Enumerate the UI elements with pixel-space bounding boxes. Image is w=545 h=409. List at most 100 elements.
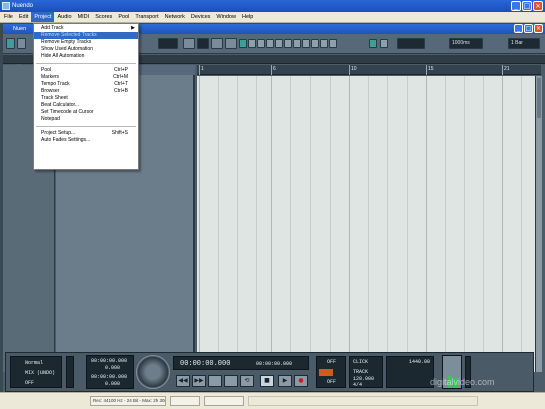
menu-edit[interactable]: Edit	[16, 12, 31, 22]
range-selection-tool[interactable]	[248, 39, 256, 48]
project-maximize-button[interactable]: □	[524, 24, 533, 33]
cycle-button[interactable]: ⟲	[240, 375, 254, 387]
menu-window[interactable]: Window	[213, 12, 239, 22]
stop-toolbar-button[interactable]	[211, 38, 223, 49]
menu-help[interactable]: Help	[239, 12, 256, 22]
click-label[interactable]: CLICK	[353, 359, 368, 365]
grid-value-select[interactable]: 1 Bar	[508, 38, 540, 49]
maximize-button[interactable]: □	[522, 1, 532, 11]
timeline-ruler[interactable]: 1 6 10 15 21	[197, 65, 541, 75]
tempo-track-label[interactable]: TRACK	[353, 369, 368, 375]
grid-line	[502, 76, 503, 372]
menu-item-auto-fades-settings[interactable]: Auto Fades Settings...	[34, 137, 138, 144]
play-tool[interactable]	[320, 39, 328, 48]
stop-button[interactable]: ■	[260, 375, 274, 387]
horizontal-scrollbar[interactable]	[248, 396, 478, 406]
menu-item-add-track[interactable]: Add Track ▶	[34, 25, 138, 32]
click-indicator[interactable]	[319, 369, 333, 376]
quantize-value: 1000ms	[452, 40, 470, 46]
menu-item-set-timecode-at-cursor[interactable]: Set Timecode at Cursor	[34, 109, 138, 116]
markers-section: 1440.00	[386, 356, 434, 388]
menu-item-label: Track Sheet	[41, 95, 68, 101]
menu-item-label: Notepad	[41, 116, 60, 122]
menu-item-track-sheet[interactable]: Track Sheet	[34, 95, 138, 102]
split-tool[interactable]	[257, 39, 265, 48]
menu-item-beat-calculator[interactable]: Beat Calculator...	[34, 102, 138, 109]
status-bar: Rec: 44100 Hz - 24 Bit - Max: 2h 30min	[0, 392, 545, 409]
menu-scores[interactable]: Scores	[92, 12, 115, 22]
menu-item-show-used-automation[interactable]: Show Used Automation	[34, 46, 138, 53]
record-button[interactable]: ●	[294, 375, 308, 387]
menu-devices[interactable]: Devices	[188, 12, 214, 22]
ruler-bar-label: 6	[273, 66, 276, 72]
line-tool[interactable]	[311, 39, 319, 48]
record-mode-toggles[interactable]	[66, 356, 74, 388]
project-close-button[interactable]: ×	[534, 24, 543, 33]
minimize-button[interactable]: _	[511, 1, 521, 11]
autoscroll-button[interactable]	[369, 39, 377, 48]
event-display[interactable]	[197, 76, 535, 372]
menu-project[interactable]: Project	[31, 12, 55, 22]
menu-item-browser[interactable]: Browser Ctrl+B	[34, 88, 138, 95]
snap-button[interactable]	[380, 39, 388, 48]
menu-item-remove-selected-tracks[interactable]: Remove Selected Tracks	[34, 32, 138, 39]
mute-tool[interactable]	[293, 39, 301, 48]
signature-value[interactable]: 4/4	[353, 382, 362, 388]
auto-quantize-value[interactable]: OFF	[25, 380, 34, 386]
object-selection-tool[interactable]	[239, 39, 247, 48]
automation-mode-button[interactable]	[158, 38, 178, 49]
fast-forward-button[interactable]: ▶▶	[192, 375, 206, 387]
secondary-time-display[interactable]: 00:00:00.000	[256, 361, 292, 367]
right-locator-sub: 0.000	[105, 381, 121, 387]
rewind-button[interactable]: ◀◀	[176, 375, 190, 387]
zoom-tool[interactable]	[284, 39, 292, 48]
menu-item-pool[interactable]: Pool Ctrl+P	[34, 67, 138, 74]
left-locator-value[interactable]: 00:00:00.000	[91, 358, 127, 364]
record-toolbar-button[interactable]	[225, 38, 237, 49]
app-icon	[2, 2, 10, 10]
menu-network[interactable]: Network	[162, 12, 188, 22]
menu-item-remove-empty-tracks[interactable]: Remove Empty Tracks	[34, 39, 138, 46]
menu-file[interactable]: File	[1, 12, 16, 22]
scrollbar-thumb[interactable]	[537, 78, 541, 118]
menu-item-notepad[interactable]: Notepad	[34, 116, 138, 123]
goto-end-button[interactable]	[224, 375, 238, 387]
grid-line	[271, 76, 272, 372]
sync-off-label[interactable]: OFF	[327, 359, 336, 365]
ruler-bar-label: 21	[504, 66, 510, 72]
erase-tool[interactable]	[275, 39, 283, 48]
inspector-toggle-button[interactable]	[17, 38, 26, 49]
menu-midi[interactable]: MIDI	[75, 12, 93, 22]
status-field-2	[170, 396, 200, 406]
menu-item-project-setup[interactable]: Project Setup... Shift+S	[34, 130, 138, 137]
menu-audio[interactable]: Audio	[54, 12, 74, 22]
play-button[interactable]: ▶	[278, 375, 292, 387]
vertical-scrollbar[interactable]	[535, 76, 542, 372]
play-toolbar-button[interactable]	[197, 38, 209, 49]
grid-type-select[interactable]	[397, 38, 425, 49]
sync-off-label-2[interactable]: OFF	[327, 379, 336, 385]
menu-item-label: Project Setup...	[41, 130, 76, 136]
menu-transport[interactable]: Transport	[132, 12, 161, 22]
menu-item-hide-all-automation[interactable]: Hide All Automation	[34, 53, 138, 60]
record-format-status: Rec: 44100 Hz - 24 Bit - Max: 2h 30min	[90, 396, 166, 406]
quantize-select[interactable]: 1000ms	[449, 38, 483, 49]
scrub-tool[interactable]	[329, 39, 337, 48]
project-minimize-button[interactable]: _	[514, 24, 523, 33]
close-button[interactable]: ×	[533, 1, 543, 11]
goto-start-button[interactable]	[208, 375, 222, 387]
menu-separator	[36, 63, 136, 64]
menu-pool[interactable]: Pool	[115, 12, 132, 22]
activate-project-button[interactable]	[6, 38, 15, 49]
rewind-toolbar-button[interactable]	[183, 38, 195, 49]
menu-item-label: Markers	[41, 74, 60, 80]
menu-item-tempo-track[interactable]: Tempo Track Ctrl+T	[34, 81, 138, 88]
record-mode-value[interactable]: Normal	[25, 360, 43, 366]
glue-tool[interactable]	[266, 39, 274, 48]
menu-item-markers[interactable]: Markers Ctrl+M	[34, 74, 138, 81]
right-locator-value[interactable]: 00:00:00.000	[91, 374, 127, 380]
draw-tool[interactable]	[302, 39, 310, 48]
jog-shuttle-wheel[interactable]	[136, 355, 170, 389]
cycle-record-mode-value[interactable]: MIX (UNDO)	[25, 370, 55, 376]
primary-time-display[interactable]: 00:00:00.000	[180, 360, 230, 368]
